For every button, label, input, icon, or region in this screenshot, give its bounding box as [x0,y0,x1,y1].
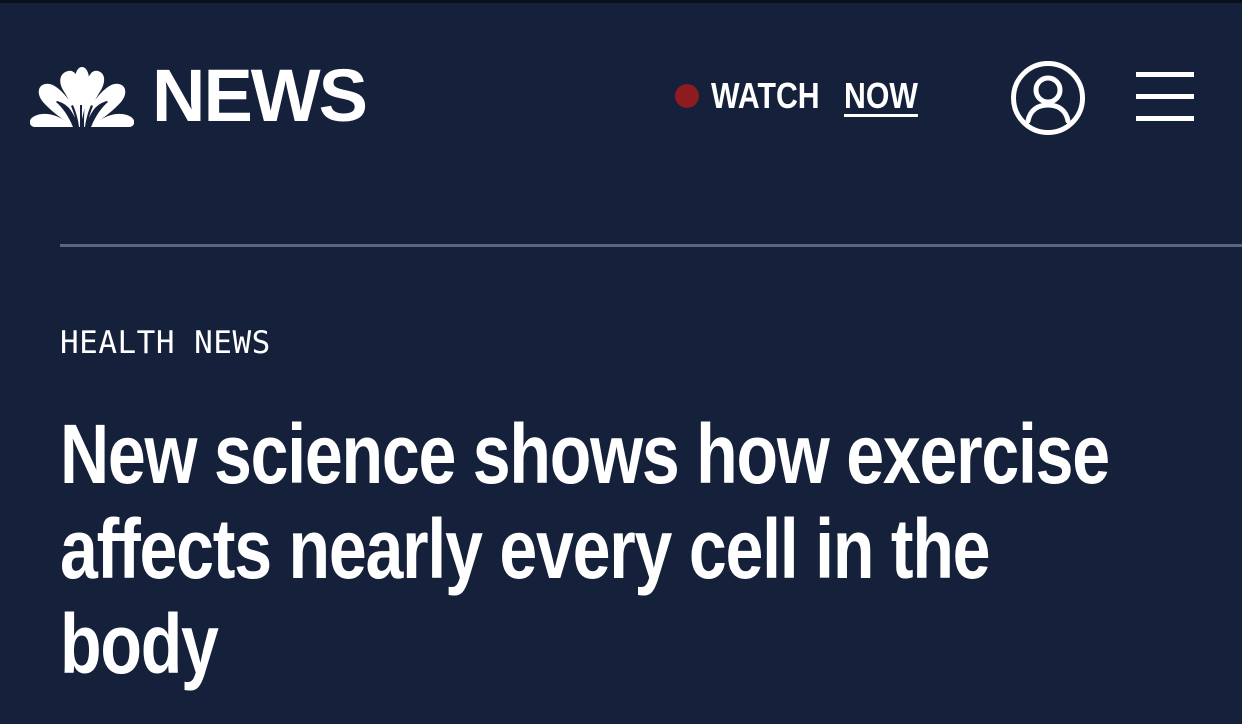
category-label-link[interactable]: HEALTH NEWS [60,321,271,365]
watch-label: WATCH [711,75,820,116]
nbc-news-logo-link[interactable]: NEWS [30,54,368,137]
article-headline: New science shows how exercise affects n… [60,407,1220,692]
live-indicator-dot [675,84,699,108]
account-button[interactable] [1010,60,1086,136]
headline-line: affects nearly every cell in the [60,502,991,596]
headline-line: body [60,597,219,691]
user-circle-icon [1011,61,1085,135]
watch-now-link[interactable]: WATCH NOW [675,73,944,119]
headline-line: New science shows how exercise [60,407,1110,501]
header-divider [60,244,1242,247]
site-header: NEWS WATCH NOW [0,3,1242,193]
article-page: NEWS WATCH NOW HEALTH NEWS New science s… [0,0,1242,724]
nbc-peacock-icon [30,67,134,127]
hamburger-menu-icon [1136,72,1194,121]
news-wordmark: NEWS [152,54,368,137]
menu-button[interactable] [1136,72,1194,122]
watch-now-label: NOW [844,75,918,116]
